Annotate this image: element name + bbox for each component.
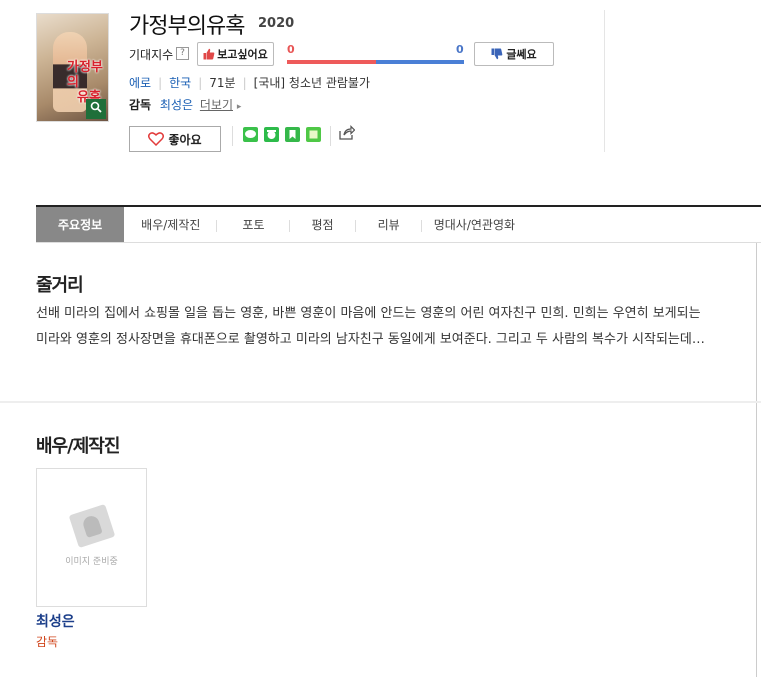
cast-photo-card[interactable]: 이미지 준비중 bbox=[36, 468, 147, 607]
divider bbox=[604, 10, 605, 152]
country-link[interactable]: 한국 bbox=[169, 74, 191, 91]
thumbs-down-icon bbox=[491, 48, 503, 60]
cast-name-link[interactable]: 최성은 bbox=[36, 611, 75, 631]
heart-icon bbox=[148, 132, 165, 146]
divider bbox=[232, 126, 233, 146]
meh-label: 글쎄요 bbox=[506, 48, 537, 61]
thumbs-up-icon bbox=[203, 48, 215, 60]
search-icon[interactable] bbox=[86, 99, 106, 119]
want-count: 0 bbox=[287, 43, 295, 56]
divider: | bbox=[158, 75, 163, 90]
divider bbox=[330, 126, 331, 146]
bookmark-icon[interactable] bbox=[285, 127, 300, 142]
like-label: 좋아요 bbox=[168, 132, 202, 147]
tab-quotes-related[interactable]: 명대사/연관영화 bbox=[422, 207, 527, 242]
line-icon[interactable] bbox=[243, 127, 258, 142]
director-name-link[interactable]: 최성은 bbox=[160, 98, 193, 112]
synopsis-heading: 줄거리 bbox=[36, 275, 84, 296]
meh-bar-fill bbox=[375, 60, 464, 64]
tab-main-info[interactable]: 주요정보 bbox=[36, 207, 125, 242]
kakao-icon[interactable] bbox=[264, 127, 279, 142]
meh-count: 0 bbox=[456, 43, 464, 56]
more-link[interactable]: 더보기 bbox=[200, 98, 233, 112]
synopsis-text: 선배 미라의 집에서 쇼핑몰 일을 돕는 영훈, 바쁜 영훈이 마음에 안드는 … bbox=[36, 306, 705, 347]
expectation-label: 기대지수 bbox=[129, 48, 174, 62]
tab-review[interactable]: 리뷰 bbox=[356, 207, 422, 242]
share-out-icon[interactable] bbox=[339, 125, 356, 144]
help-icon[interactable]: ? bbox=[176, 47, 189, 60]
placeholder-text: 이미지 준비중 bbox=[65, 557, 118, 567]
tab-photo[interactable]: 포토 bbox=[217, 207, 290, 242]
want-label: 보고싶어요 bbox=[217, 48, 268, 61]
tab-cast-crew[interactable]: 배우/제작진 bbox=[124, 207, 218, 242]
person-placeholder-icon bbox=[68, 503, 116, 549]
chevron-right-icon: ▸ bbox=[236, 102, 242, 112]
want-bar-fill bbox=[287, 60, 376, 64]
movie-year: 2020 bbox=[258, 16, 295, 31]
divider bbox=[756, 243, 757, 677]
rating: [국내] 청소년 관람불가 bbox=[253, 76, 370, 90]
cast-heading: 배우/제작진 bbox=[36, 436, 120, 457]
movie-poster[interactable]: 가정부의 유혹 bbox=[36, 13, 109, 122]
divider: | bbox=[198, 75, 203, 90]
divider bbox=[0, 401, 761, 403]
memo-icon[interactable] bbox=[306, 127, 321, 142]
director-row: 감독 최성은 더보기 ▸ bbox=[129, 96, 241, 113]
genre-link[interactable]: 에로 bbox=[129, 74, 151, 91]
expectation-bar bbox=[287, 60, 464, 64]
meh-button[interactable]: 글쎄요 bbox=[474, 42, 554, 66]
tab-score[interactable]: 평점 bbox=[290, 207, 356, 242]
want-to-see-button[interactable]: 보고싶어요 bbox=[197, 42, 274, 66]
divider: | bbox=[242, 75, 247, 90]
like-button[interactable]: 좋아요 bbox=[129, 126, 221, 152]
runtime: 71분 bbox=[209, 76, 236, 90]
tab-bar: 주요정보 배우/제작진 포토 평점 리뷰 명대사/연관영화 bbox=[36, 205, 761, 243]
movie-title: 가정부의유혹 bbox=[129, 14, 245, 39]
movie-meta: 에로 | 한국 | 71분 | [국내] 청소년 관람불가 bbox=[129, 74, 370, 91]
director-label: 감독 bbox=[129, 98, 152, 112]
cast-role: 감독 bbox=[36, 635, 59, 649]
